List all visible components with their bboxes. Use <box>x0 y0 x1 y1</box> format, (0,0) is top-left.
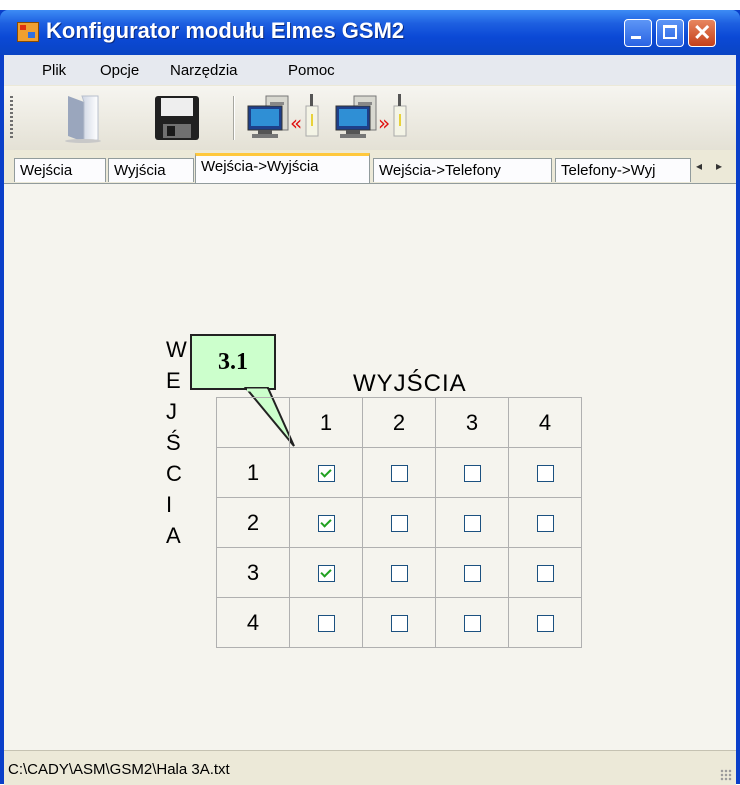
tab-wejscia-telefony[interactable]: Wejścia->Telefony <box>373 158 552 182</box>
matrix-cell <box>362 447 436 498</box>
tab-scroll-right-button[interactable]: ▸ <box>716 159 722 173</box>
matrix-cell <box>508 547 582 598</box>
save-icon <box>155 96 199 140</box>
io-link-checkbox[interactable] <box>317 565 335 583</box>
read-from-device-icon: « <box>247 94 319 138</box>
maximize-button[interactable] <box>656 19 684 47</box>
io-link-checkbox[interactable] <box>463 515 481 533</box>
rows-title-letter: Ś <box>166 430 181 455</box>
svg-text:«: « <box>290 111 302 135</box>
io-link-checkbox[interactable] <box>536 565 554 583</box>
matrix-corner-cell <box>216 397 290 448</box>
matrix-cell <box>362 597 436 648</box>
tab-wejscia-wyjscia[interactable]: Wejścia->Wyjścia <box>195 153 370 183</box>
io-link-checkbox[interactable] <box>390 515 408 533</box>
matrix-cell <box>289 447 363 498</box>
rows-title-letter: C <box>166 461 182 486</box>
app-window: Konfigurator modułu Elmes GSM2 ✕ Plik Op… <box>0 10 740 785</box>
io-link-checkbox[interactable] <box>317 465 335 483</box>
toolbar-grip[interactable] <box>10 96 13 140</box>
open-button[interactable] <box>54 92 110 144</box>
status-bar: C:\CADY\ASM\GSM2\Hala 3A.txt <box>4 750 736 785</box>
title-bar[interactable]: Konfigurator modułu Elmes GSM2 ✕ <box>0 10 740 55</box>
matrix-cell <box>435 497 509 548</box>
minimize-icon <box>631 36 641 39</box>
tab-panel-wejscia-wyjscia: 3.1 WYJŚCIA WEJŚCIA 12341234 <box>4 183 736 751</box>
matrix-row: 1 <box>216 447 582 498</box>
io-link-checkbox[interactable] <box>390 565 408 583</box>
rows-title-letter: A <box>166 523 181 548</box>
write-to-device-icon: » <box>335 94 407 138</box>
io-link-checkbox[interactable] <box>463 565 481 583</box>
rows-title-letter: W <box>166 337 187 362</box>
io-link-checkbox[interactable] <box>463 465 481 483</box>
column-header: 3 <box>435 397 509 448</box>
menu-opcje[interactable]: Opcje <box>100 62 139 79</box>
matrix-row: 2 <box>216 497 582 548</box>
maximize-icon <box>663 25 677 39</box>
resize-grip[interactable] <box>720 769 732 781</box>
row-header: 4 <box>216 597 290 648</box>
io-link-checkbox[interactable] <box>536 615 554 633</box>
svg-text:»: » <box>378 111 390 135</box>
matrix-row: 3 <box>216 547 582 598</box>
rows-title-letter: J <box>166 399 177 424</box>
io-link-checkbox[interactable] <box>390 465 408 483</box>
read-from-device-button[interactable]: « <box>244 92 324 144</box>
tab-wejscia[interactable]: Wejścia <box>14 158 106 182</box>
menu-narzedzia[interactable]: Narzędzia <box>170 62 238 79</box>
window-title: Konfigurator modułu Elmes GSM2 <box>46 18 405 43</box>
menu-plik[interactable]: Plik <box>42 62 66 79</box>
matrix-cell <box>289 497 363 548</box>
menu-bar: Plik Opcje Narzędzia Pomoc <box>4 55 736 85</box>
io-matrix: 12341234 <box>216 397 582 648</box>
matrix-cell <box>508 497 582 548</box>
tab-telefony-wyjscia[interactable]: Telefony->Wyj <box>555 158 691 182</box>
rows-title-letter: E <box>166 368 181 393</box>
matrix-cell <box>508 597 582 648</box>
tab-wyjscia[interactable]: Wyjścia <box>108 158 194 182</box>
io-link-checkbox[interactable] <box>390 615 408 633</box>
column-header: 4 <box>508 397 582 448</box>
matrix-cell <box>435 597 509 648</box>
close-button[interactable]: ✕ <box>688 19 716 47</box>
matrix-cell <box>289 547 363 598</box>
client-area: Plik Opcje Narzędzia Pomoc « » Wejścia W… <box>4 55 736 785</box>
toolbar: « » <box>4 86 736 150</box>
write-to-device-button[interactable]: » <box>332 92 412 144</box>
matrix-cell <box>435 547 509 598</box>
callout-annotation: 3.1 <box>190 334 276 390</box>
rows-title-letter: I <box>166 492 173 517</box>
menu-pomoc[interactable]: Pomoc <box>288 62 335 79</box>
tab-strip: Wejścia Wyjścia Wejścia->Wyjścia Wejścia… <box>4 151 736 183</box>
tab-scroll-left-button[interactable]: ◂ <box>696 159 702 173</box>
matrix-cell <box>508 447 582 498</box>
matrix-row: 4 <box>216 597 582 648</box>
io-link-checkbox[interactable] <box>317 515 335 533</box>
save-button[interactable] <box>149 92 205 144</box>
io-link-checkbox[interactable] <box>536 465 554 483</box>
column-header: 2 <box>362 397 436 448</box>
minimize-button[interactable] <box>624 19 652 47</box>
matrix-cell <box>362 497 436 548</box>
status-file-path: C:\CADY\ASM\GSM2\Hala 3A.txt <box>8 761 230 778</box>
toolbar-separator <box>233 96 235 140</box>
app-icon[interactable] <box>17 22 39 42</box>
columns-title: WYJŚCIA <box>353 370 467 397</box>
row-header: 3 <box>216 547 290 598</box>
matrix-cell <box>362 547 436 598</box>
column-header: 1 <box>289 397 363 448</box>
row-header: 2 <box>216 497 290 548</box>
matrix-cell <box>289 597 363 648</box>
row-header: 1 <box>216 447 290 498</box>
open-icon <box>65 95 101 143</box>
close-icon: ✕ <box>693 20 712 45</box>
io-link-checkbox[interactable] <box>536 515 554 533</box>
io-link-checkbox[interactable] <box>317 615 335 633</box>
matrix-cell <box>435 447 509 498</box>
io-link-checkbox[interactable] <box>463 615 481 633</box>
